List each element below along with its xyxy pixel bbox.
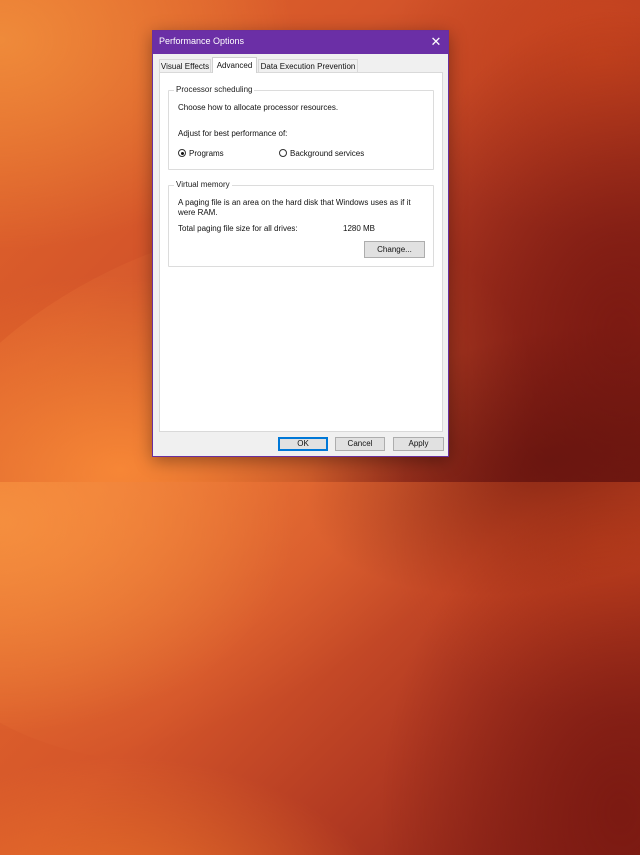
ok-button[interactable]: OK	[278, 437, 328, 451]
tab-data-execution-prevention[interactable]: Data Execution Prevention	[258, 59, 358, 72]
advanced-tab-panel: Processor scheduling Choose how to alloc…	[159, 72, 443, 432]
processor-scheduling-description: Choose how to allocate processor resourc…	[178, 103, 339, 112]
tab-advanced[interactable]: Advanced	[212, 57, 257, 73]
programs-radio-label[interactable]: Programs	[189, 149, 224, 158]
virtual-memory-title: Virtual memory	[174, 180, 232, 189]
background-services-radio-label[interactable]: Background services	[290, 149, 364, 158]
virtual-memory-group: Virtual memory A paging file is an area …	[168, 180, 434, 267]
total-paging-size-label: Total paging file size for all drives:	[178, 224, 298, 233]
performance-options-dialog: Performance Options ✕ Visual Effects Adv…	[152, 30, 449, 457]
title-bar[interactable]: Performance Options ✕	[153, 31, 448, 54]
total-paging-size-value: 1280 MB	[343, 224, 376, 233]
change-button[interactable]: Change...	[364, 241, 425, 258]
virtual-memory-description-line2: were RAM.	[178, 208, 218, 217]
cancel-button[interactable]: Cancel	[335, 437, 385, 451]
processor-scheduling-title: Processor scheduling	[174, 85, 255, 94]
close-icon[interactable]: ✕	[424, 31, 448, 54]
adjust-for-label: Adjust for best performance of:	[178, 129, 288, 138]
tab-visual-effects[interactable]: Visual Effects	[159, 59, 211, 72]
processor-scheduling-group: Processor scheduling Choose how to alloc…	[168, 85, 434, 170]
dialog-title: Performance Options	[159, 36, 245, 46]
background-services-radio[interactable]	[279, 149, 287, 157]
virtual-memory-description-line1: A paging file is an area on the hard dis…	[178, 198, 411, 207]
apply-button[interactable]: Apply	[393, 437, 444, 451]
programs-radio[interactable]	[178, 149, 186, 157]
